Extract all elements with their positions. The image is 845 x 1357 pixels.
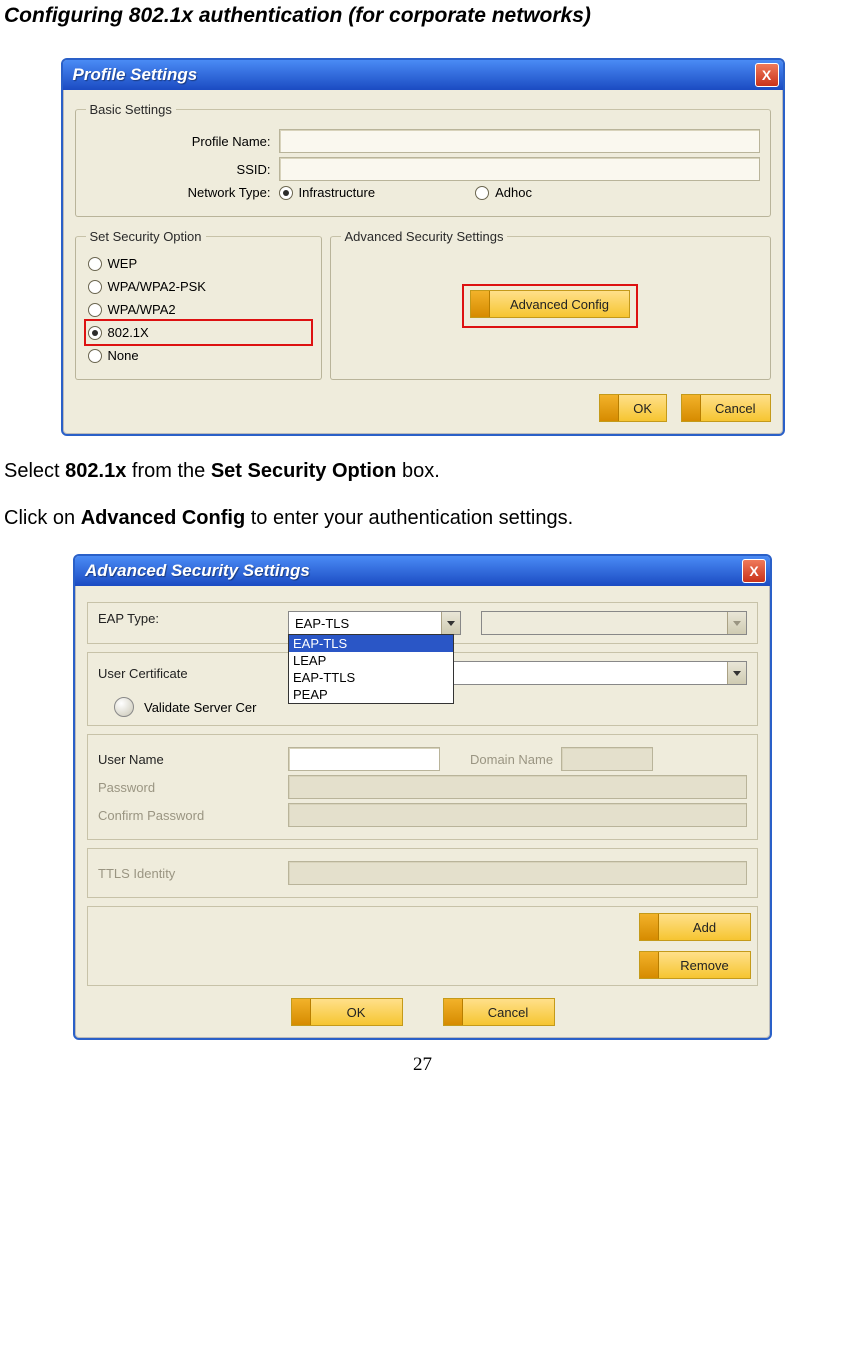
window-title: Profile Settings	[73, 65, 198, 85]
advanced-settings-window: Advanced Security Settings X EAP Type: E…	[73, 554, 772, 1040]
page-number: 27	[4, 1054, 841, 1076]
ssid-input[interactable]	[279, 157, 760, 181]
sec-none-radio[interactable]: None	[86, 344, 311, 367]
cancel-button[interactable]: Cancel	[681, 394, 770, 422]
basic-settings-legend: Basic Settings	[86, 102, 176, 117]
advanced-config-button[interactable]: Advanced Config	[470, 290, 630, 318]
chevron-down-icon	[441, 612, 460, 634]
section-heading: Configuring 802.1x authentication (for c…	[4, 4, 841, 28]
ttls-identity-label: TTLS Identity	[98, 866, 288, 881]
radio-icon	[88, 257, 102, 271]
eap-type-group: EAP Type: EAP-TLS EAP-TLS LEAP EAP-TTLS …	[87, 602, 758, 644]
radio-icon	[88, 280, 102, 294]
network-type-infra-radio[interactable]: Infrastructure	[279, 185, 376, 200]
confirm-password-input	[288, 803, 747, 827]
confirm-password-label: Confirm Password	[98, 808, 288, 823]
window-body: EAP Type: EAP-TLS EAP-TLS LEAP EAP-TTLS …	[75, 586, 770, 1038]
user-cert-label: User Certificate	[98, 666, 288, 681]
sec-wep-radio[interactable]: WEP	[86, 252, 311, 275]
domain-name-input	[561, 747, 653, 771]
profile-name-input[interactable]	[279, 129, 760, 153]
remove-button[interactable]: Remove	[639, 951, 751, 979]
chevron-down-icon	[727, 662, 746, 684]
ok-button[interactable]: OK	[291, 998, 403, 1026]
eap-option[interactable]: EAP-TTLS	[289, 669, 453, 686]
validate-cert-label: Validate Server Cer	[144, 700, 256, 715]
credentials-group: User Name Domain Name Password Confirm P…	[87, 734, 758, 840]
radio-icon	[88, 349, 102, 363]
profile-name-label: Profile Name:	[86, 134, 279, 149]
radio-icon	[88, 326, 102, 340]
security-option-group: Set Security Option WEP WPA/WPA2-PSK WPA…	[75, 229, 322, 380]
button-accent-icon	[292, 999, 311, 1025]
network-type-adhoc-radio[interactable]: Adhoc	[475, 185, 532, 200]
button-accent-icon	[640, 914, 659, 940]
basic-settings-group: Basic Settings Profile Name: SSID: Netwo…	[75, 102, 771, 217]
window-title: Advanced Security Settings	[85, 561, 310, 581]
eap-subtype-combo	[481, 611, 747, 635]
password-input	[288, 775, 747, 799]
advanced-security-legend: Advanced Security Settings	[341, 229, 508, 244]
sec-wpapsk-radio[interactable]: WPA/WPA2-PSK	[86, 275, 311, 298]
network-type-label: Network Type:	[86, 185, 279, 200]
radio-icon	[88, 303, 102, 317]
document-page: Configuring 802.1x authentication (for c…	[0, 4, 845, 1106]
add-button[interactable]: Add	[639, 913, 751, 941]
close-icon[interactable]: X	[755, 63, 779, 87]
button-accent-icon	[682, 395, 701, 421]
user-name-input[interactable]	[288, 747, 440, 771]
user-name-label: User Name	[98, 752, 288, 767]
cancel-button[interactable]: Cancel	[443, 998, 555, 1026]
titlebar: Advanced Security Settings X	[75, 556, 770, 586]
button-accent-icon	[471, 291, 490, 317]
sec-8021x-radio[interactable]: 802.1X	[84, 319, 313, 346]
close-icon[interactable]: X	[742, 559, 766, 583]
eap-type-label: EAP Type:	[98, 611, 288, 626]
sec-wpa-radio[interactable]: WPA/WPA2	[86, 298, 311, 321]
eap-option[interactable]: PEAP	[289, 686, 453, 703]
ok-button[interactable]: OK	[599, 394, 667, 422]
titlebar: Profile Settings X	[63, 60, 783, 90]
button-accent-icon	[600, 395, 619, 421]
radio-icon	[475, 186, 489, 200]
chevron-down-icon	[727, 612, 746, 634]
eap-option[interactable]: EAP-TLS	[289, 635, 453, 652]
profile-settings-window: Profile Settings X Basic Settings Profil…	[61, 58, 785, 436]
ssid-label: SSID:	[86, 162, 279, 177]
advanced-security-group: Advanced Security Settings Advanced Conf…	[330, 229, 771, 380]
security-option-legend: Set Security Option	[86, 229, 206, 244]
button-accent-icon	[640, 952, 659, 978]
ttls-group: TTLS Identity	[87, 848, 758, 898]
instruction-line-2: Click on Advanced Config to enter your a…	[4, 507, 841, 530]
ttls-identity-input	[288, 861, 747, 885]
eap-type-combo[interactable]: EAP-TLS EAP-TLS LEAP EAP-TTLS PEAP	[288, 611, 461, 635]
window-body: Basic Settings Profile Name: SSID: Netwo…	[63, 90, 783, 434]
cert-list-group: Add Remove	[87, 906, 758, 986]
eap-type-dropdown: EAP-TLS LEAP EAP-TTLS PEAP	[288, 634, 454, 704]
password-label: Password	[98, 780, 288, 795]
eap-option[interactable]: LEAP	[289, 652, 453, 669]
radio-icon	[279, 186, 293, 200]
instruction-line-1: Select 802.1x from the Set Security Opti…	[4, 460, 841, 483]
advanced-config-highlight: Advanced Config	[462, 284, 638, 328]
domain-name-label: Domain Name	[470, 752, 553, 767]
validate-cert-toggle[interactable]	[114, 697, 134, 717]
button-accent-icon	[444, 999, 463, 1025]
